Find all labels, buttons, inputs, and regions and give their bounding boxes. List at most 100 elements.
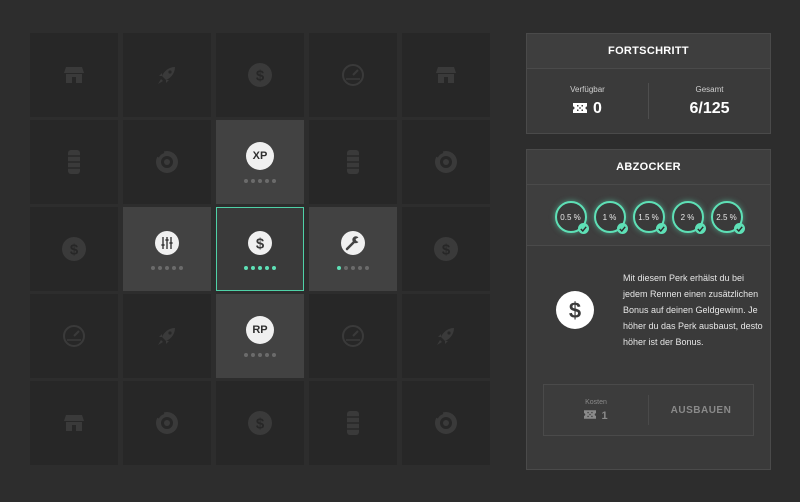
perk-cell[interactable]: [123, 120, 211, 204]
level-dot: [265, 178, 269, 183]
dollar-icon: $: [246, 409, 274, 437]
level-dot: [272, 178, 276, 183]
level-dots: [244, 352, 276, 357]
perk-level-label: 2 %: [680, 212, 695, 222]
ticket-icon: [573, 100, 588, 118]
progress-panel: FORTSCHRITT Verfügbar 0 Gesamt 6/125: [526, 33, 771, 134]
level-dot: [358, 265, 362, 270]
tire-icon: [339, 409, 367, 437]
level-dot: [251, 352, 255, 357]
check-icon: [616, 223, 628, 234]
perk-cell[interactable]: $: [216, 381, 304, 465]
perk-cell[interactable]: [402, 120, 490, 204]
total-value: 6/125: [689, 99, 730, 117]
perk-cell[interactable]: [309, 33, 397, 117]
perk-cell[interactable]: [309, 294, 397, 378]
perk-level-label: 1 %: [602, 212, 617, 222]
perk-cell[interactable]: [30, 33, 118, 117]
check-icon: [694, 223, 706, 234]
total-points: Gesamt 6/125: [649, 69, 770, 133]
perk-cell[interactable]: [309, 381, 397, 465]
dollar-icon: $: [246, 229, 274, 257]
level-dot: [351, 265, 355, 270]
perk-cell[interactable]: $: [30, 207, 118, 291]
level-dot: [251, 178, 255, 183]
perk-description: Mit diesem Perk erhälst du bei jedem Ren…: [623, 273, 763, 347]
svg-text:$: $: [569, 298, 581, 323]
perk-cell[interactable]: [123, 381, 211, 465]
level-dot: [365, 265, 369, 270]
tire-icon: [60, 148, 88, 176]
perk-levels: 0.5 % 1 % 1.5 % 2 % 2.5 %: [527, 185, 770, 246]
level-dot: [258, 178, 262, 183]
perk-level: 1 %: [593, 201, 628, 234]
perk-level-label: 0.5 %: [560, 212, 581, 222]
level-dot: [251, 265, 255, 270]
perk-cell[interactable]: XP: [216, 120, 304, 204]
rocket-icon: [432, 322, 460, 350]
perk-cell[interactable]: [123, 33, 211, 117]
perk-cell[interactable]: [309, 207, 397, 291]
perk-cell[interactable]: $: [216, 207, 304, 291]
brake-icon: [153, 148, 181, 176]
perk-cell[interactable]: RP: [216, 294, 304, 378]
level-dot: [258, 352, 262, 357]
perk-cell[interactable]: [30, 294, 118, 378]
wrench-icon: [339, 229, 367, 257]
perk-cell[interactable]: [402, 33, 490, 117]
upgrade-button[interactable]: AUSBAUEN: [649, 385, 753, 435]
perk-level: 2.5 %: [710, 201, 745, 234]
ticket-icon: [584, 409, 597, 422]
xp-icon: XP: [246, 141, 274, 170]
check-icon: [733, 223, 745, 234]
rp-badge: RP: [246, 315, 274, 344]
dollar-icon: $: [246, 61, 274, 89]
dollar-icon: $: [527, 291, 623, 329]
perk-cell[interactable]: [123, 294, 211, 378]
available-points: Verfügbar 0: [527, 69, 648, 133]
rp-icon: RP: [246, 315, 274, 344]
level-dots: [151, 265, 183, 270]
check-icon: [577, 223, 589, 234]
level-dots: [337, 265, 369, 270]
xp-badge: XP: [246, 141, 274, 170]
svg-text:$: $: [70, 242, 79, 259]
perk-level-label: 2.5 %: [716, 212, 737, 222]
level-dot: [265, 352, 269, 357]
level-dot: [258, 265, 262, 270]
rocket-icon: [153, 61, 181, 89]
svg-text:$: $: [442, 242, 451, 259]
level-dot: [272, 352, 276, 357]
perk-cell[interactable]: [30, 120, 118, 204]
sliders-icon: [153, 229, 181, 257]
tire-icon: [339, 148, 367, 176]
gauge-icon: [339, 61, 367, 89]
perk-cell[interactable]: [309, 120, 397, 204]
svg-text:$: $: [256, 416, 265, 433]
shop-icon: [432, 61, 460, 89]
perk-cell[interactable]: [30, 381, 118, 465]
svg-text:$: $: [256, 68, 265, 85]
perk-cell[interactable]: $: [216, 33, 304, 117]
level-dot: [337, 265, 341, 270]
level-dot: [344, 265, 348, 270]
level-dot: [165, 265, 169, 270]
perk-grid: $ XP $ $ $ RP $: [30, 33, 497, 470]
dollar-icon: $: [432, 235, 460, 263]
level-dot: [265, 265, 269, 270]
perk-cell[interactable]: $: [402, 207, 490, 291]
perk-cell[interactable]: [123, 207, 211, 291]
shop-icon: [60, 409, 88, 437]
check-icon: [655, 223, 667, 234]
level-dots: [244, 178, 276, 183]
total-label: Gesamt: [695, 84, 724, 94]
level-dot: [272, 265, 276, 270]
brake-icon: [432, 148, 460, 176]
brake-icon: [432, 409, 460, 437]
level-dot: [244, 352, 248, 357]
perk-cell[interactable]: [402, 381, 490, 465]
perk-cell[interactable]: [402, 294, 490, 378]
rocket-icon: [153, 322, 181, 350]
perk-title: ABZOCKER: [527, 150, 770, 185]
available-label: Verfügbar: [570, 84, 605, 94]
